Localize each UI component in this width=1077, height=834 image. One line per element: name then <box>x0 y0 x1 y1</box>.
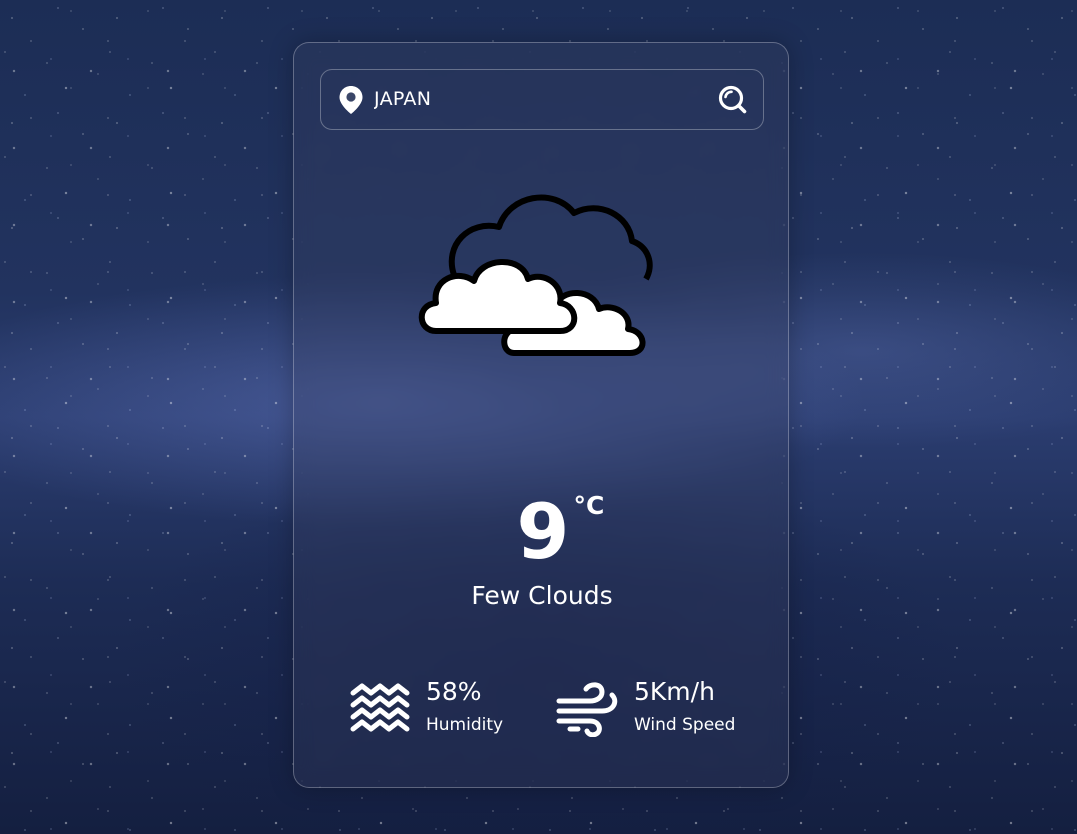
humidity-label: Humidity <box>426 715 504 735</box>
humidity-value: 58% <box>426 677 482 706</box>
temperature-display: 9 °C <box>294 487 790 577</box>
few-clouds-icon <box>418 194 653 356</box>
temperature-unit: °C <box>573 491 605 520</box>
wind-speed-label: Wind Speed <box>634 715 736 735</box>
search-bar <box>320 69 764 130</box>
weather-card: 9°C Few Clouds 58% Humidity 5Km/h Wind S… <box>293 42 789 788</box>
wind-speed-value: 5Km/h <box>634 677 715 706</box>
search-icon <box>718 85 747 114</box>
location-input[interactable] <box>374 82 694 116</box>
search-button[interactable] <box>713 80 753 120</box>
weather-description: Few Clouds <box>471 581 613 610</box>
map-pin-icon <box>339 86 363 114</box>
wind-icon <box>556 682 618 737</box>
temperature-value: 9 <box>516 487 570 576</box>
water-waves-icon <box>350 683 410 732</box>
